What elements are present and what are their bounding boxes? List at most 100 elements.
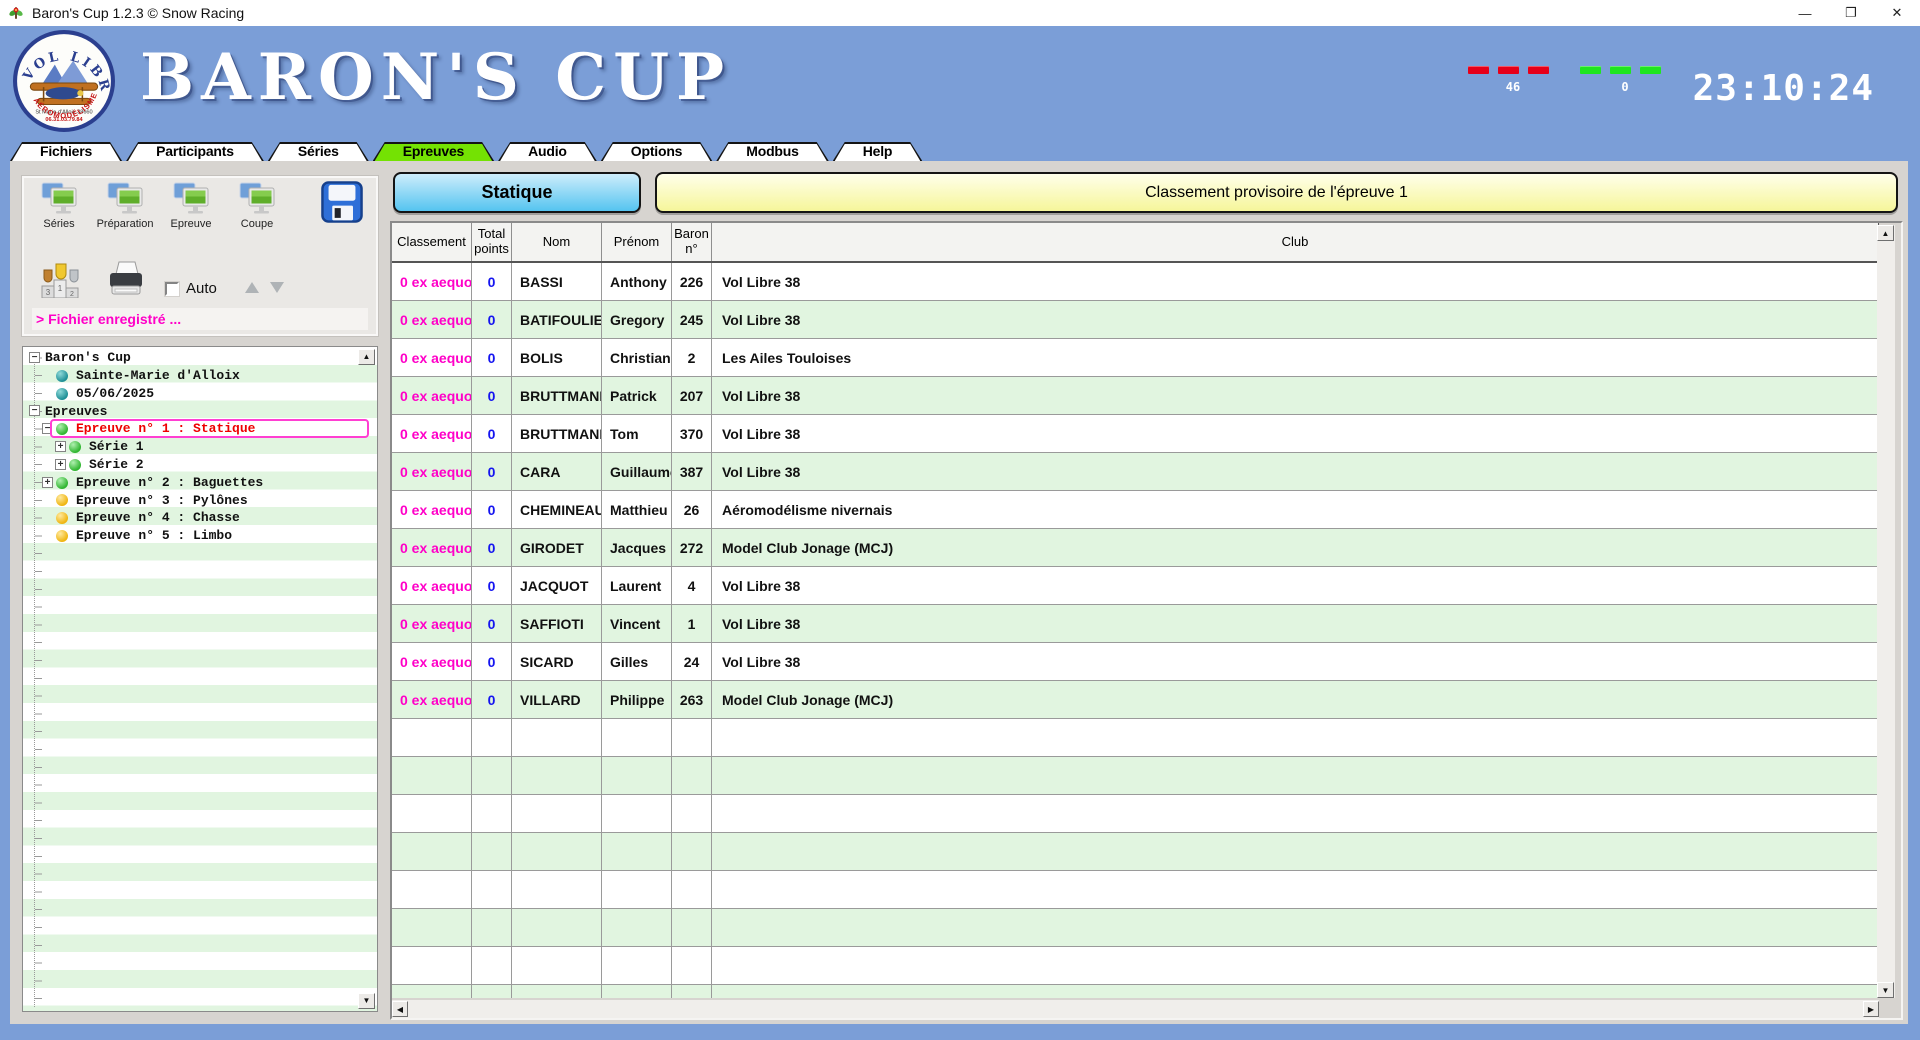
empty-cell: [392, 719, 472, 756]
toolbar-button-series[interactable]: Séries: [26, 182, 92, 240]
empty-cell: [672, 719, 712, 756]
cell-prenom: Christian: [602, 339, 672, 376]
tree-item-serie-2[interactable]: +Série 2: [23, 456, 377, 474]
toolbar-button-label: Epreuve: [171, 218, 212, 230]
toolbar-button-coupe[interactable]: Coupe: [224, 182, 290, 240]
tab-options[interactable]: Options: [601, 142, 712, 161]
tab-audio[interactable]: Audio: [498, 142, 597, 161]
results-table-frame: ClassementTotal pointsNomPrénomBaron n°C…: [390, 221, 1903, 1020]
toolbar-button-preparation[interactable]: Préparation: [92, 182, 158, 240]
move-down-arrow-icon[interactable]: [270, 282, 284, 293]
tree-item-epreuve-n-2-baguettes[interactable]: +Epreuve n° 2 : Baguettes: [23, 474, 377, 492]
empty-table-row[interactable]: [392, 947, 1878, 985]
restore-button[interactable]: ❐: [1828, 0, 1874, 26]
monitor-icon: [107, 182, 143, 216]
scroll-down-button[interactable]: ▼: [1877, 982, 1894, 998]
statique-mode-button[interactable]: Statique: [393, 172, 641, 213]
empty-cell: [512, 909, 602, 946]
tree-item-05-06-2025[interactable]: 05/06/2025: [23, 385, 377, 403]
expand-icon[interactable]: +: [55, 459, 66, 470]
table-row[interactable]: 0 ex aequo0BATIFOULIERGregory245Vol Libr…: [392, 301, 1878, 339]
tab-series[interactable]: Séries: [268, 142, 369, 161]
empty-table-row[interactable]: [392, 909, 1878, 947]
tree-item-epreuves[interactable]: −Epreuves: [23, 402, 377, 420]
tree-item-serie-1[interactable]: +Série 1: [23, 438, 377, 456]
empty-cell: [672, 909, 712, 946]
empty-cell: [472, 947, 512, 984]
green-counter-value: 0: [1580, 80, 1670, 94]
table-row[interactable]: 0 ex aequo0CHEMINEAUMatthieu26Aéromodéli…: [392, 491, 1878, 529]
tree-item-epreuve-n-5-limbo[interactable]: Epreuve n° 5 : Limbo: [23, 527, 377, 545]
tree-item-sainte-marie-d-alloix[interactable]: Sainte-Marie d'Alloix: [23, 367, 377, 385]
expand-icon[interactable]: +: [55, 441, 66, 452]
table-row[interactable]: 0 ex aequo0BRUTTMANNTom370Vol Libre 38: [392, 415, 1878, 453]
tab-modbus[interactable]: Modbus: [716, 142, 828, 161]
empty-table-row[interactable]: [392, 985, 1878, 998]
tab-help[interactable]: Help: [833, 142, 923, 161]
auto-checkbox[interactable]: [165, 282, 179, 296]
close-button[interactable]: ✕: [1874, 0, 1920, 26]
status-ball-icon: [69, 459, 81, 471]
collapse-icon[interactable]: −: [29, 405, 40, 416]
table-row[interactable]: 0 ex aequo0BOLISChristian2Les Ailes Toul…: [392, 339, 1878, 377]
table-body: 0 ex aequo0BASSIAnthony226Vol Libre 380 …: [392, 263, 1878, 998]
cell-nom: BASSI: [512, 263, 602, 300]
tree-item-epreuve-n-3-pylones[interactable]: Epreuve n° 3 : Pylônes: [23, 491, 377, 509]
tree-scroll-down-button[interactable]: ▼: [358, 993, 375, 1009]
svg-text:3: 3: [46, 288, 51, 297]
tree-item-label: Baron's Cup: [45, 350, 131, 365]
tree-item-label: Epreuve n° 3 : Pylônes: [76, 493, 248, 508]
minimize-button[interactable]: —: [1782, 0, 1828, 26]
table-row[interactable]: 0 ex aequo0SICARDGilles24Vol Libre 38: [392, 643, 1878, 681]
empty-table-row[interactable]: [392, 795, 1878, 833]
table-row[interactable]: 0 ex aequo0BRUTTMANNPatrick207Vol Libre …: [392, 377, 1878, 415]
collapse-icon[interactable]: −: [29, 352, 40, 363]
save-button[interactable]: [320, 180, 364, 224]
scroll-left-button[interactable]: ◀: [392, 1001, 408, 1017]
empty-cell: [672, 947, 712, 984]
status-ball-icon: [56, 388, 68, 400]
cell-prenom: Vincent: [602, 605, 672, 642]
vertical-scrollbar[interactable]: ▲ ▼: [1877, 225, 1895, 998]
tab-label: Help: [833, 142, 923, 160]
empty-cell: [392, 795, 472, 832]
table-row[interactable]: 0 ex aequo0JACQUOTLaurent4Vol Libre 38: [392, 567, 1878, 605]
toolbar-button-epreuve[interactable]: Epreuve: [158, 182, 224, 240]
horizontal-scrollbar[interactable]: ◀ ▶: [392, 1000, 1879, 1018]
empty-table-row[interactable]: [392, 833, 1878, 871]
move-up-arrow-icon[interactable]: [245, 282, 259, 293]
table-row[interactable]: 0 ex aequo0BASSIAnthony226Vol Libre 38: [392, 263, 1878, 301]
print-button[interactable]: [106, 260, 146, 298]
table-row[interactable]: 0 ex aequo0GIRODETJacques272Model Club J…: [392, 529, 1878, 567]
cell-baron: 2: [672, 339, 712, 376]
cell-club: Vol Libre 38: [712, 263, 1878, 300]
cell-prenom: Anthony: [602, 263, 672, 300]
tree-item-baron-s-cup[interactable]: −Baron's Cup: [23, 349, 377, 367]
cell-nom: BRUTTMANN: [512, 415, 602, 452]
tree-item-epreuve-n-4-chasse[interactable]: Epreuve n° 4 : Chasse: [23, 509, 377, 527]
scroll-right-button[interactable]: ▶: [1863, 1001, 1879, 1017]
trophy-podium-button[interactable]: 3 1 2: [38, 262, 82, 298]
empty-table-row[interactable]: [392, 757, 1878, 795]
empty-table-row[interactable]: [392, 719, 1878, 757]
empty-cell: [602, 985, 672, 998]
auto-checkbox-label: Auto: [186, 280, 217, 297]
toolbar-panel: SériesPréparation Epreuve Coupe: [22, 176, 378, 336]
tree-item-epreuve-n-1-statique[interactable]: −Epreuve n° 1 : Statique: [23, 420, 377, 438]
cell-baron: 26: [672, 491, 712, 528]
empty-cell: [602, 947, 672, 984]
cell-total: 0: [472, 643, 512, 680]
tab-fichiers[interactable]: Fichiers: [10, 142, 122, 161]
table-row[interactable]: 0 ex aequo0SAFFIOTIVincent1Vol Libre 38: [392, 605, 1878, 643]
scroll-up-button[interactable]: ▲: [1877, 225, 1894, 241]
table-row[interactable]: 0 ex aequo0VILLARDPhilippe263Model Club …: [392, 681, 1878, 719]
tab-epreuves[interactable]: Epreuves: [373, 142, 494, 161]
cell-club: Model Club Jonage (MCJ): [712, 529, 1878, 566]
expand-icon[interactable]: +: [42, 477, 53, 488]
table-row[interactable]: 0 ex aequo0CARAGuillaume387Vol Libre 38: [392, 453, 1878, 491]
tree-scroll-up-button[interactable]: ▲: [358, 349, 375, 365]
tab-label: Modbus: [716, 142, 828, 160]
app-icon: [8, 5, 24, 21]
tab-participants[interactable]: Participants: [126, 142, 264, 161]
empty-table-row[interactable]: [392, 871, 1878, 909]
